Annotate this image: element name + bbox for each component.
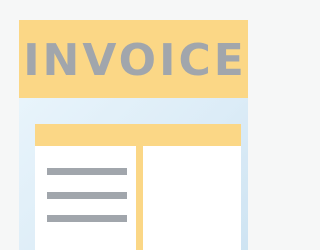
invoice-table-column-divider xyxy=(136,146,143,250)
invoice-table xyxy=(35,124,241,250)
invoice-illustration: INVOICE xyxy=(0,0,248,250)
invoice-header-band: INVOICE xyxy=(19,20,248,98)
invoice-line-item xyxy=(47,168,127,175)
invoice-title: INVOICE xyxy=(23,35,247,86)
invoice-table-header xyxy=(35,124,241,146)
invoice-line-item xyxy=(47,215,127,222)
invoice-line-item xyxy=(47,192,127,199)
